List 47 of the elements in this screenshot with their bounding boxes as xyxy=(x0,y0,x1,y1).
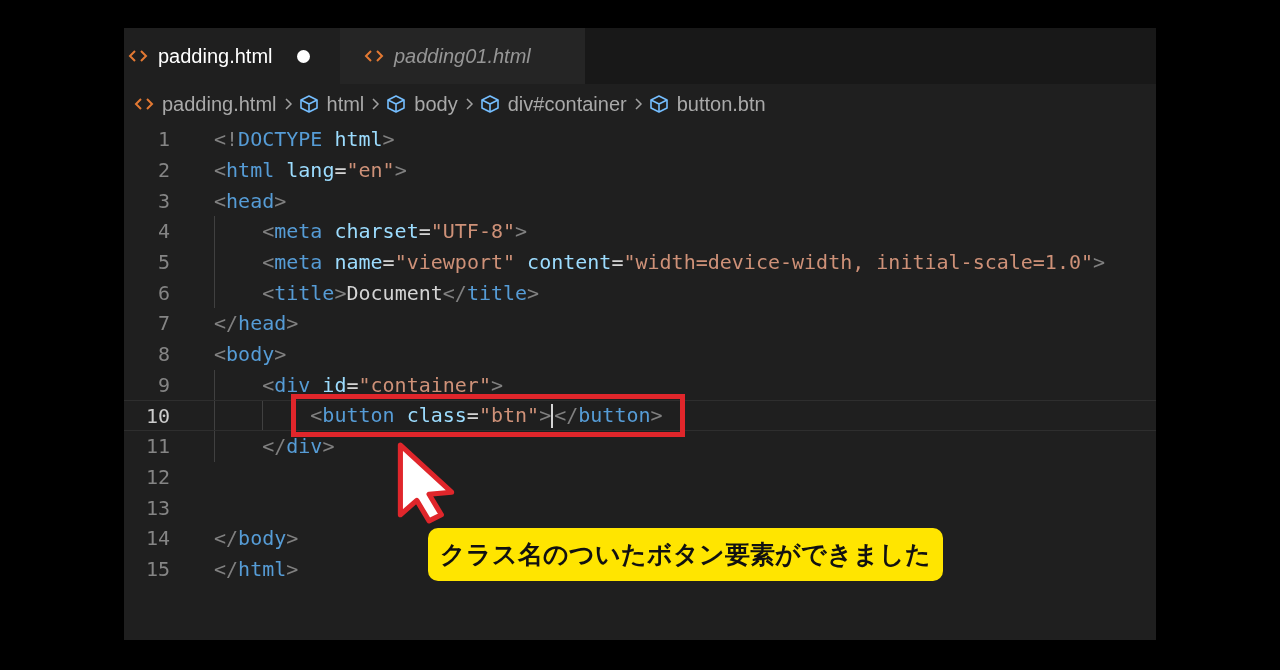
line-number: 13 xyxy=(144,495,171,520)
line-number: 14 xyxy=(144,526,171,551)
chevron-icon xyxy=(463,97,474,111)
code-line: <html lang="en"> xyxy=(214,158,407,183)
callout-label: クラス名のついたボタン要素ができました xyxy=(428,528,943,581)
line-number: 12 xyxy=(144,464,171,489)
line-number: 7 xyxy=(156,311,171,336)
code-line: <meta charset="UTF-8"> xyxy=(262,219,528,244)
editor-tab[interactable]: padding01.html xyxy=(340,28,585,84)
code-line: <head> xyxy=(214,188,287,213)
code-line: <!DOCTYPE html> xyxy=(214,127,395,152)
chevron-icon xyxy=(282,97,293,111)
mouse-pointer-icon xyxy=(396,440,457,525)
tab-label: padding.html xyxy=(158,44,273,68)
line-number: 15 xyxy=(144,556,171,581)
line-number: 11 xyxy=(144,434,171,459)
code-line: <meta name="viewport" content="width=device-width, initial-scale=1.0"> xyxy=(262,250,1106,275)
code-line: </body> xyxy=(214,526,299,551)
tab-label: padding01.html xyxy=(394,44,531,68)
breadcrumb-item[interactable]: html xyxy=(298,92,365,116)
line-number: 4 xyxy=(156,219,171,244)
cube-icon xyxy=(386,94,407,114)
cube-icon xyxy=(298,94,319,114)
line-number: 2 xyxy=(156,158,171,183)
cube-icon xyxy=(479,94,500,114)
code-line: <div id="container"> xyxy=(262,372,503,397)
line-number: 9 xyxy=(156,372,171,397)
chevron-icon xyxy=(370,97,381,111)
line-number: 8 xyxy=(156,342,171,367)
chevron-icon xyxy=(632,97,643,111)
code-line: </head> xyxy=(214,311,299,336)
line-number: 10 xyxy=(144,403,171,428)
cube-icon xyxy=(648,94,669,114)
code-line: <body> xyxy=(214,342,287,367)
breadcrumb-item[interactable]: button.btn xyxy=(648,92,766,116)
breadcrumb-item[interactable]: body xyxy=(386,92,458,116)
code-line: </div> xyxy=(262,434,335,459)
code-line: <button class="btn"></button> xyxy=(310,402,663,427)
breadcrumb-item[interactable]: div#container xyxy=(479,92,627,116)
line-number: 6 xyxy=(156,280,171,305)
code-line: <title>Document</title> xyxy=(262,280,540,305)
line-number: 1 xyxy=(156,127,171,152)
editor-tab[interactable]: padding.html xyxy=(124,28,340,84)
line-number: 5 xyxy=(156,250,171,275)
code-line: </html> xyxy=(214,556,299,581)
line-number: 3 xyxy=(156,188,171,213)
breadcrumb-item[interactable]: padding.html xyxy=(134,92,277,116)
